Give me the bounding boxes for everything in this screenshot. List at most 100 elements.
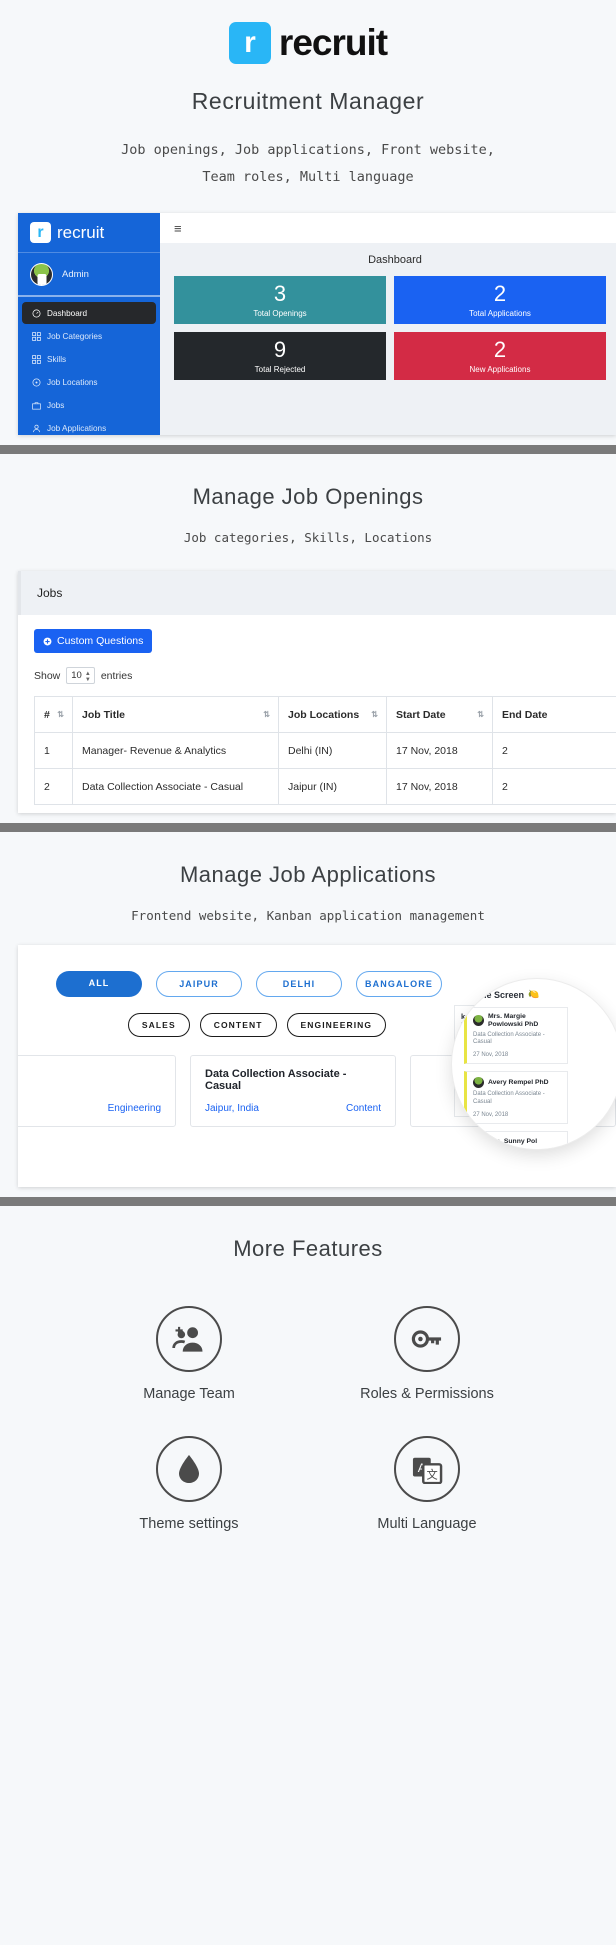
svg-text:文: 文 (427, 1467, 438, 1481)
stat-card-total-rejected[interactable]: 9 Total Rejected (174, 332, 386, 380)
jobs-section-title: Manage Job Openings (192, 484, 424, 509)
kanban-card-desc: Data Collection Associate - Casual (473, 1031, 545, 1046)
page-size-select[interactable]: 10 ▲ ▼ (66, 667, 95, 684)
column-label: Start Date (396, 708, 446, 721)
feature-icon-wrap (155, 1436, 222, 1502)
kanban-card-desc: Data Collection Associate - Casual (473, 1091, 545, 1106)
app-content: ≡ Dashboard 3 Total Openings 2 Total App… (160, 213, 616, 435)
feature-manage-team[interactable]: Manage Team (143, 1306, 235, 1402)
applications-section-subtitle: Frontend website, Kanban application man… (131, 908, 485, 923)
show-entries-row: Show 10 ▲ ▼ entries (34, 667, 616, 684)
job-card-category: Engineering (107, 1103, 161, 1114)
sidebar-item-job-locations[interactable]: Job Locations (22, 371, 156, 393)
kanban-card-head: Mrs. Margie Powlowski PhD (473, 1013, 561, 1029)
stat-value: 3 (273, 281, 287, 307)
sidebar-item-jobs[interactable]: Jobs (22, 394, 156, 416)
category-filter-engineering[interactable]: ENGINEERING (286, 1013, 387, 1037)
cell-job-location: Delhi (IN) (278, 732, 387, 769)
column-header-job-locations[interactable]: Job Locations ⇅ (278, 696, 387, 733)
avatar (473, 1077, 484, 1089)
column-header-end-date[interactable]: End Date (492, 696, 616, 733)
column-header-job-title[interactable]: Job Title ⇅ (72, 696, 279, 733)
app-topbar: ≡ (160, 213, 616, 243)
stat-card-total-openings[interactable]: 3 Total Openings (174, 276, 386, 324)
column-header-start-date[interactable]: Start Date ⇅ (386, 696, 493, 733)
kanban-card-name: Avery Rempel PhD (488, 1078, 549, 1086)
stat-cards: 3 Total Openings 2 Total Applications 9 … (160, 274, 616, 390)
job-card-footer: Engineering (18, 1103, 161, 1114)
features-section: More Features Manage Team Roles & Permis… (0, 1206, 616, 1572)
features-grid: Manage Team Roles & Permissions Theme se… (0, 1262, 616, 1532)
job-card-category: Content (345, 1103, 381, 1114)
stat-value: 2 (493, 337, 507, 363)
sidebar-brand-label: recruit (57, 222, 105, 242)
droplet-icon (178, 1455, 199, 1483)
cell-number: 2 (34, 768, 73, 805)
column-header-number[interactable]: # ⇅ (34, 696, 73, 733)
location-filter-all[interactable]: ALL (56, 971, 142, 997)
kanban-card-date: 27 Nov, 2018 (473, 1111, 509, 1118)
promo-page: r recruit Recruitment Manager Job openin… (0, 0, 616, 1572)
sidebar-brand: r recruit (18, 213, 160, 253)
section-divider (0, 1197, 616, 1206)
column-label: Job Title (82, 708, 125, 721)
hamburger-menu-icon[interactable]: ≡ (174, 221, 182, 236)
lemon-icon: 🍋 (528, 989, 540, 999)
custom-questions-button[interactable]: Custom Questions (34, 629, 153, 653)
feature-label: Multi Language (377, 1516, 477, 1532)
key-icon (411, 1330, 442, 1348)
sidebar-username: Admin (62, 268, 89, 280)
job-card[interactable]: Engineering (18, 1055, 176, 1127)
sort-icon: ⇅ (263, 709, 270, 719)
job-card[interactable]: Data Collection Associate - Casual Jaipu… (190, 1055, 396, 1127)
sidebar-item-skills[interactable]: Skills (22, 348, 156, 370)
jobs-table-head: # ⇅ Job Title ⇅ Job Locations ⇅ Start Date ⇅… (34, 696, 616, 733)
feature-multi-language[interactable]: A 文 Multi Language (377, 1436, 477, 1532)
user-icon (33, 424, 40, 432)
job-card-location: Jaipur, India (205, 1103, 259, 1114)
jobs-section-subtitle: Job categories, Skills, Locations (183, 530, 433, 545)
features-section-title: More Features (233, 1236, 383, 1261)
brand-logo: r recruit (0, 22, 616, 64)
stat-card-new-applications[interactable]: 2 New Applications (394, 332, 606, 380)
sidebar-menu: Dashboard Job Categories Skills Job Loca… (18, 297, 160, 435)
table-row[interactable]: 1 Manager- Revenue & Analytics Delhi (IN… (34, 732, 616, 769)
sidebar-item-job-applications[interactable]: Job Applications (22, 417, 156, 435)
feature-roles-permissions[interactable]: Roles & Permissions (360, 1306, 494, 1402)
entries-label: entries (100, 669, 133, 682)
category-filter-sales[interactable]: SALES (127, 1013, 190, 1037)
sidebar-item-job-categories[interactable]: Job Categories (22, 325, 156, 347)
translate-icon: A 文 (412, 1457, 443, 1484)
show-label: Show (34, 669, 61, 682)
gauge-icon (32, 309, 41, 317)
sidebar-item-label: Job Categories (47, 331, 103, 341)
cell-job-location: Jaipur (IN) (278, 768, 387, 805)
category-filter-content[interactable]: CONTENT (199, 1013, 277, 1037)
plus-circle-icon (43, 637, 52, 645)
sidebar-item-label: Job Locations (47, 377, 98, 387)
briefcase-icon (32, 401, 41, 410)
stat-value: 9 (273, 337, 287, 363)
location-filter-bangalore[interactable]: BANGALORE (356, 971, 442, 997)
sidebar-item-dashboard[interactable]: Dashboard (22, 302, 156, 324)
hero-subtitle-line-1: Job openings, Job applications, Front we… (121, 142, 495, 158)
location-filter-jaipur[interactable]: JAIPUR (156, 971, 242, 997)
sidebar-item-label: Jobs (47, 400, 65, 410)
kanban-card[interactable]: Mrs. Margie Powlowski PhD Data Collectio… (464, 1007, 568, 1065)
stat-label: Total Openings (253, 308, 307, 318)
stat-card-total-applications[interactable]: 2 Total Applications (394, 276, 606, 324)
stat-label: Total Applications (469, 308, 531, 318)
cell-end-date: 2 (492, 768, 616, 805)
table-row[interactable]: 2 Data Collection Associate - Casual Jai… (34, 768, 616, 805)
location-filter-delhi[interactable]: DELHI (256, 971, 342, 997)
jobs-panel-title: Jobs (18, 571, 616, 615)
kanban-card[interactable]: Avery Rempel PhD Data Collection Associa… (464, 1071, 568, 1124)
sidebar-user[interactable]: Admin (18, 253, 160, 297)
job-card-footer: Jaipur, India Content (205, 1103, 381, 1114)
brand-wordmark: recruit (278, 22, 388, 63)
hero-section: r recruit Recruitment Manager Job openin… (0, 0, 616, 445)
kanban-card[interactable]: Mrs. Sunny Pol (464, 1130, 568, 1149)
feature-theme-settings[interactable]: Theme settings (139, 1436, 239, 1532)
page-title: Recruitment Manager (191, 88, 425, 114)
jobs-table: # ⇅ Job Title ⇅ Job Locations ⇅ Start Date ⇅… (34, 696, 616, 805)
